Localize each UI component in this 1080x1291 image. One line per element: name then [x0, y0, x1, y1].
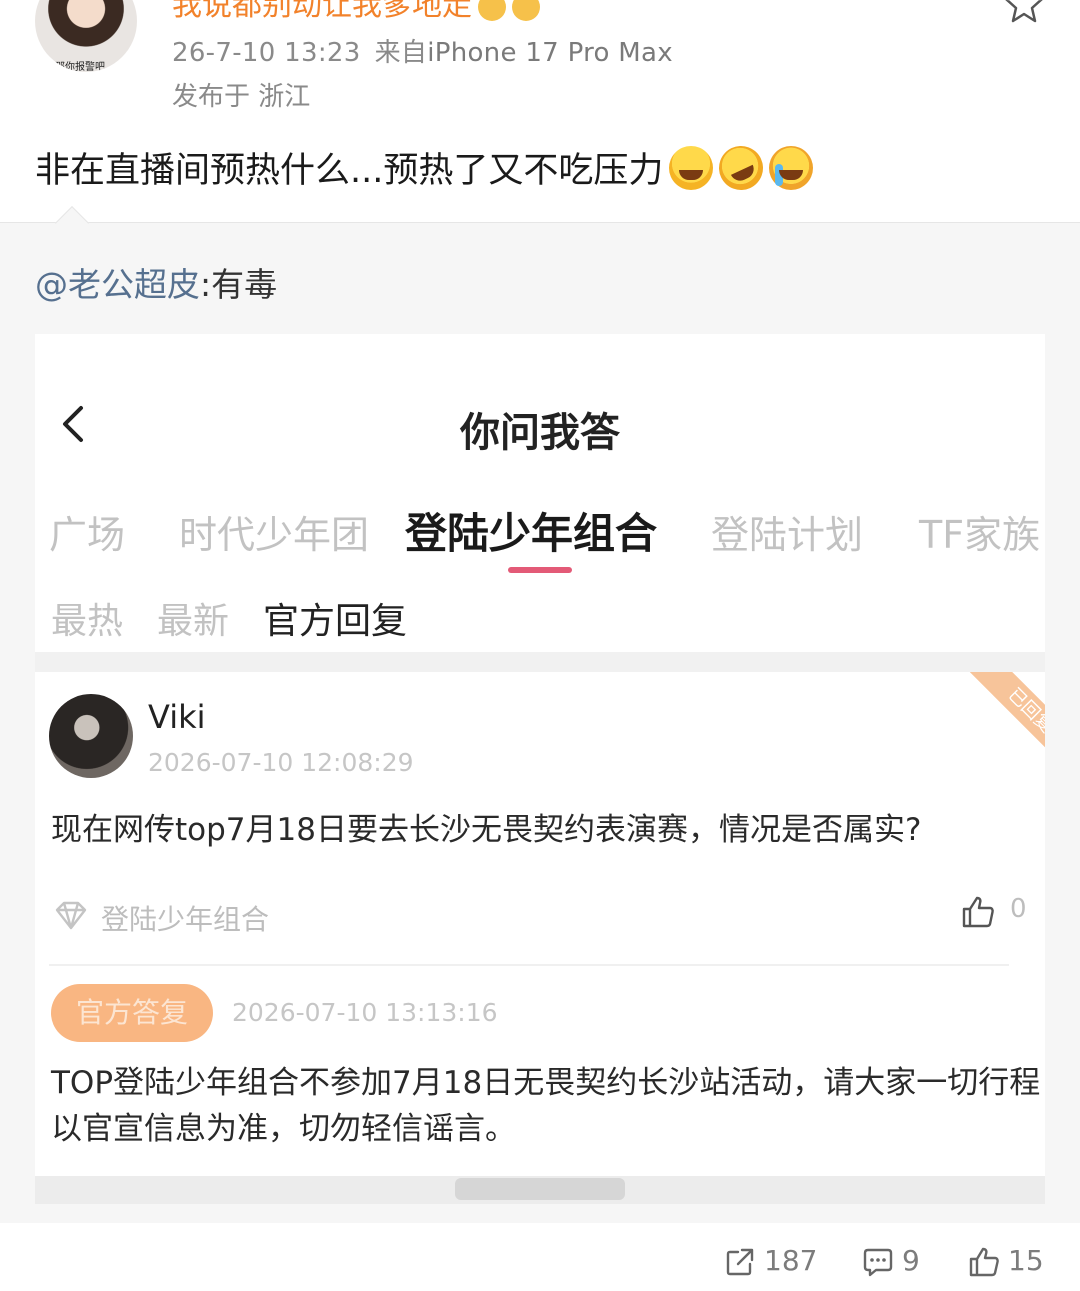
user-avatar[interactable]: 那你报警吧 — [35, 0, 137, 72]
username-text: 我说都别动让我爹地走 — [172, 0, 472, 23]
username-emoji-icon — [512, 0, 540, 21]
post-timestamp: 26-7-10 13:23 — [172, 38, 361, 68]
repost-divider — [0, 222, 1080, 223]
laughing-emoji-icon — [669, 146, 714, 190]
reply-time: 2026-07-10 13:13:16 — [232, 998, 498, 1027]
post-meta: 26-7-10 13:23 来自iPhone 17 Pro Max — [172, 32, 673, 69]
crying-emoji-icon — [769, 146, 814, 190]
subtab-official-reply: 官方回复 — [263, 601, 408, 642]
question-tag-label: 登陆少年组合 — [101, 903, 270, 936]
comment-icon — [863, 1248, 893, 1277]
replied-ribbon: 已回复 — [965, 672, 1045, 752]
device-name: iPhone 17 Pro Max — [427, 38, 673, 68]
asker-name: Viki — [148, 698, 206, 736]
section-gap — [35, 652, 1045, 672]
tab-denglu-boys: 登陆少年组合 — [405, 509, 658, 558]
mention-link[interactable]: @老公超皮 — [35, 265, 200, 304]
share-icon — [726, 1248, 754, 1276]
rolling-laughing-emoji-icon — [712, 138, 771, 198]
embedded-screenshot[interactable]: 你问我答 广场 时代少年团 登陆少年组合 登陆计划 TF家族 最热 最新 官方回… — [35, 334, 1045, 1204]
subtab-hottest: 最热 — [51, 601, 124, 642]
cut-off-next-item — [35, 1176, 1045, 1204]
subtab-newest: 最新 — [157, 601, 230, 642]
tab-tnt: 时代少年团 — [179, 513, 370, 557]
tab-tf-family: TF家族 — [919, 513, 1041, 557]
username[interactable]: 我说都别动让我爹地走 — [172, 0, 540, 24]
like-count: 15 — [1008, 1244, 1044, 1277]
blurred-content — [455, 1178, 625, 1200]
tab-plaza: 广场 — [49, 513, 126, 557]
post-location: 发布于 浙江 — [172, 82, 311, 112]
page-title: 你问我答 — [460, 410, 620, 456]
official-reply-badge: 官方答复 — [51, 984, 213, 1042]
question-like-count: 0 — [1010, 894, 1027, 924]
replied-ribbon-label: 已回复 — [966, 672, 1045, 752]
thumbs-up-icon — [962, 896, 994, 928]
username-emoji-icon — [478, 0, 506, 21]
diamond-icon — [55, 901, 87, 930]
post-body: 非在直播间预热什么...预热了又不吃压力 — [35, 138, 814, 198]
source-prefix: 来自 — [374, 38, 428, 68]
question-time: 2026-07-10 12:08:29 — [148, 748, 414, 777]
comment-count: 9 — [902, 1244, 920, 1277]
star-icon[interactable] — [1002, 0, 1046, 26]
thumbs-up-icon — [969, 1247, 999, 1277]
question-text: 现在网传top7月18日要去长沙无畏契约表演赛，情况是否属实? — [51, 812, 922, 848]
repost-count: 187 — [764, 1244, 818, 1277]
asker-avatar — [49, 694, 133, 778]
post-text: 非在直播间预热什么...预热了又不吃压力 — [35, 151, 664, 191]
tab-denglu-plan: 登陆计划 — [711, 513, 864, 557]
repost-text: @老公超皮:有毒 — [35, 258, 277, 306]
repost-body: :有毒 — [200, 265, 278, 304]
avatar-caption: 那你报警吧 — [55, 62, 105, 72]
reply-text: TOP登陆少年组合不参加7月18日无畏契约长沙站活动，请大家一切行程以官宣信息为… — [51, 1065, 1041, 1147]
divider — [49, 964, 1009, 966]
active-tab-indicator — [508, 567, 572, 573]
